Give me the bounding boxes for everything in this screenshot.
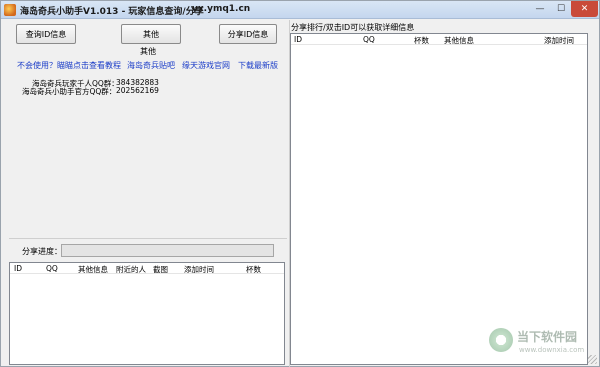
title-bar[interactable]: 海岛奇兵小助手V1.013 - 玩家信息查询/分享 yx.ymq1.cn — ☐…: [1, 1, 599, 19]
tieba-link[interactable]: 海岛奇兵贴吧: [127, 60, 175, 71]
other-button[interactable]: 其他: [121, 24, 181, 44]
column-header-id[interactable]: ID: [14, 264, 22, 273]
query-id-button[interactable]: 查询ID信息: [16, 24, 76, 44]
column-header-qq[interactable]: QQ: [363, 35, 375, 44]
column-header-other-info[interactable]: 其他信息: [444, 35, 474, 46]
column-header-screenshot[interactable]: 截图: [153, 264, 168, 275]
column-header-added-time[interactable]: 添加时间: [544, 35, 574, 46]
resize-grip[interactable]: [588, 355, 597, 364]
window-title: 海岛奇兵小助手V1.013 - 玩家信息查询/分享: [20, 7, 204, 17]
share-id-button[interactable]: 分享ID信息: [219, 24, 277, 44]
watermark-sub: www.downxia.com: [519, 346, 585, 354]
share-list-header: ID QQ 其他信息 附近的人 截图 添加时间 杯数: [10, 263, 284, 274]
watermark-text: 当下软件园: [517, 330, 578, 344]
app-window: 海岛奇兵小助手V1.013 - 玩家信息查询/分享 yx.ymq1.cn — ☐…: [0, 0, 600, 367]
column-header-nearby[interactable]: 附近的人: [116, 264, 146, 275]
maximize-button[interactable]: ☐: [551, 1, 571, 17]
watermark: 当下软件园 www.downxia.com: [489, 326, 589, 362]
official-site-link[interactable]: 缘天游戏官网: [182, 60, 230, 71]
column-header-id[interactable]: ID: [294, 35, 302, 44]
share-progress-label: 分享进度：: [22, 247, 62, 256]
minimize-button[interactable]: —: [529, 1, 551, 17]
official-qq-value: 202562169: [116, 86, 159, 95]
app-icon: [4, 4, 16, 16]
other-group-label: 其他: [140, 47, 156, 56]
watermark-logo-icon: [489, 328, 513, 352]
divider: [9, 238, 287, 239]
close-button[interactable]: ✕: [571, 1, 598, 17]
share-progress-bar: [61, 244, 274, 257]
ranking-list[interactable]: ID QQ 杯数 其他信息 添加时间: [290, 33, 588, 365]
title-url: yx.ymq1.cn: [192, 4, 251, 14]
tutorial-link[interactable]: 不会使用？瞄瞄点击查看教程: [17, 60, 121, 71]
share-list[interactable]: ID QQ 其他信息 附近的人 截图 添加时间 杯数: [9, 262, 285, 365]
download-latest-link[interactable]: 下载最新版: [238, 60, 278, 71]
ranking-list-header: ID QQ 杯数 其他信息 添加时间: [291, 34, 587, 45]
column-header-other-info[interactable]: 其他信息: [78, 264, 108, 275]
column-header-qq[interactable]: QQ: [46, 264, 58, 273]
column-header-trophies[interactable]: 杯数: [414, 35, 429, 46]
column-header-trophies[interactable]: 杯数: [246, 264, 261, 275]
column-header-added-time[interactable]: 添加时间: [184, 264, 214, 275]
ranking-title: 分享排行/双击ID可以获取详细信息: [291, 23, 415, 32]
official-qq-label: 海岛奇兵小助手官方QQ群：: [22, 87, 117, 96]
